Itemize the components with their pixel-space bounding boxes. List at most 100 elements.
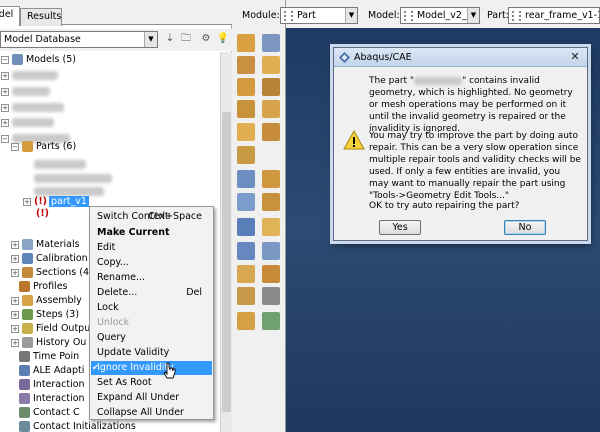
model-select[interactable]: Model_v2_2 ▼ bbox=[400, 7, 480, 24]
menu-item-rename[interactable]: Rename... bbox=[91, 271, 212, 285]
menu-item-collapse-all-under[interactable]: Collapse All Under bbox=[91, 406, 212, 420]
close-icon[interactable]: ✕ bbox=[567, 50, 583, 64]
datum-axis-icon[interactable] bbox=[262, 170, 280, 188]
chevron-down-icon[interactable]: ▼ bbox=[467, 8, 479, 23]
tree-node-time-points[interactable]: Time Poin bbox=[19, 350, 79, 364]
expand-icon[interactable]: + bbox=[1, 71, 9, 80]
tree-node-hidden-model[interactable]: + bbox=[1, 85, 50, 99]
blend-faces-icon[interactable] bbox=[262, 100, 280, 118]
wave-icon[interactable] bbox=[262, 265, 280, 283]
menu-item-delete[interactable]: Delete... Del bbox=[91, 286, 212, 300]
surface-icon[interactable] bbox=[262, 312, 280, 330]
folder-icon[interactable]: 🗀 bbox=[179, 32, 193, 46]
shell-extrude-icon[interactable] bbox=[262, 56, 280, 74]
sketch-icon[interactable] bbox=[237, 146, 255, 164]
tree-node-ale-adaptive[interactable]: ALE Adapti bbox=[19, 364, 84, 378]
yes-button[interactable]: Yes bbox=[379, 220, 421, 235]
collapse-icon[interactable]: − bbox=[1, 134, 9, 143]
tree-node-hidden-model[interactable]: + bbox=[1, 101, 64, 115]
menu-item-make-current[interactable]: Make Current bbox=[91, 226, 212, 240]
menu-item-set-as-root[interactable]: Set As Root bbox=[91, 376, 212, 390]
datum-point-icon[interactable] bbox=[237, 170, 255, 188]
wire-icon[interactable] bbox=[262, 78, 280, 96]
menu-item-update-validity[interactable]: Update Validity bbox=[91, 346, 212, 360]
tab-results[interactable]: Results bbox=[20, 8, 62, 26]
edit-feature-icon[interactable] bbox=[237, 287, 255, 305]
tree-node-field-output[interactable]: + Field Outpu bbox=[11, 322, 90, 336]
tree-node-assembly[interactable]: + Assembly bbox=[11, 294, 82, 308]
tree-node-interactions[interactable]: Interaction bbox=[19, 378, 85, 392]
set-icon[interactable] bbox=[237, 312, 255, 330]
tree-node-contact-initializations[interactable]: Contact Initializations bbox=[19, 420, 136, 432]
tree-node-hidden-model[interactable]: + bbox=[1, 116, 54, 130]
menu-item-lock[interactable]: Lock bbox=[91, 301, 212, 315]
expand-icon[interactable]: + bbox=[1, 118, 9, 127]
tree-node-profiles[interactable]: Profiles bbox=[19, 280, 68, 294]
menu-item-edit[interactable]: Edit bbox=[91, 241, 212, 255]
expand-icon[interactable]: + bbox=[1, 103, 9, 112]
part-select[interactable]: rear_frame_v1-1 bbox=[508, 7, 600, 24]
no-button[interactable]: No bbox=[504, 220, 546, 235]
module-select[interactable]: Part ▼ bbox=[280, 7, 358, 24]
dialog-titlebar[interactable]: Abaqus/CAE ✕ bbox=[334, 48, 587, 67]
menu-item-copy[interactable]: Copy... bbox=[91, 256, 212, 270]
menu-item-expand-all-under[interactable]: Expand All Under bbox=[91, 391, 212, 405]
tree-node-part[interactable] bbox=[34, 172, 112, 186]
expand-icon[interactable]: + bbox=[1, 87, 9, 96]
tree-node-interaction-properties[interactable]: Interaction bbox=[19, 392, 85, 406]
scrollbar-thumb[interactable] bbox=[222, 112, 231, 412]
tree-node-parts[interactable]: − Parts (6) bbox=[11, 140, 76, 154]
expand-icon[interactable]: + bbox=[11, 254, 19, 263]
round-fillet-icon[interactable] bbox=[237, 100, 255, 118]
lightbulb-icon[interactable]: 💡 bbox=[216, 32, 230, 46]
create-part-icon[interactable] bbox=[237, 34, 255, 52]
expand-icon[interactable]: + bbox=[23, 197, 31, 206]
dialog-question: OK to try auto repairing the part? bbox=[369, 201, 520, 211]
collapse-icon[interactable]: − bbox=[1, 55, 9, 64]
mirror-icon[interactable] bbox=[237, 265, 255, 283]
xyz-axis-icon[interactable] bbox=[237, 218, 255, 236]
model-database-select[interactable]: Model Database ▼ bbox=[0, 31, 158, 48]
datum-icon[interactable] bbox=[262, 123, 280, 141]
partition-icon[interactable] bbox=[237, 123, 255, 141]
expand-icon[interactable]: + bbox=[11, 338, 19, 347]
tree-node-hidden-model[interactable]: + bbox=[1, 69, 58, 83]
tree-node-sections[interactable]: + Sections (4 bbox=[11, 266, 89, 280]
collapse-icon[interactable]: − bbox=[11, 142, 19, 151]
reference-point-icon[interactable] bbox=[262, 218, 280, 236]
filter-icon[interactable]: ⇣ bbox=[163, 32, 177, 46]
transform-icon[interactable] bbox=[262, 242, 280, 260]
tree-node-part[interactable]: (!) bbox=[36, 207, 51, 221]
menu-item-ignore-invalidity[interactable]: ✔ Ignore Invalidity bbox=[91, 361, 212, 375]
tree-scrollbar[interactable] bbox=[220, 52, 232, 432]
tree-node-steps[interactable]: + Steps (3) bbox=[11, 308, 79, 322]
expand-icon[interactable]: + bbox=[11, 268, 19, 277]
menu-item-switch-context[interactable]: Switch Context Ctrl+Space bbox=[91, 210, 212, 224]
part-manager-icon[interactable] bbox=[262, 34, 280, 52]
tree-node-part[interactable] bbox=[34, 158, 86, 172]
menu-item-query[interactable]: Query bbox=[91, 331, 212, 345]
tree-node-part-selected[interactable]: + (!) part_v1 bbox=[23, 195, 89, 209]
chevron-down-icon[interactable]: ▼ bbox=[144, 32, 157, 47]
solid-extrude-icon[interactable] bbox=[237, 56, 255, 74]
expand-icon[interactable]: + bbox=[11, 310, 19, 319]
tree-node-history-output[interactable]: + History Ou bbox=[11, 336, 86, 350]
datum-csys-icon[interactable] bbox=[262, 193, 280, 211]
repair-tools-icon[interactable] bbox=[262, 287, 280, 305]
datum-plane-icon[interactable] bbox=[237, 193, 255, 211]
tree-label: Steps (3) bbox=[36, 309, 80, 320]
tree-node-models[interactable]: − Models (5) bbox=[1, 53, 76, 67]
tree-node-calibrations[interactable]: + Calibration bbox=[11, 252, 88, 266]
csys-icon[interactable] bbox=[237, 242, 255, 260]
expand-icon[interactable]: + bbox=[11, 240, 19, 249]
expand-icon[interactable]: + bbox=[11, 296, 19, 305]
expand-icon[interactable]: + bbox=[11, 324, 19, 333]
cut-extrude-icon[interactable] bbox=[237, 78, 255, 96]
time-points-icon bbox=[19, 351, 30, 362]
tree-options-icon[interactable]: ⚙ bbox=[199, 32, 213, 46]
tree-node-contact-controls[interactable]: Contact C bbox=[19, 406, 80, 420]
contact-init-icon bbox=[19, 421, 30, 432]
chevron-down-icon[interactable]: ▼ bbox=[345, 8, 357, 23]
tree-node-materials[interactable]: + Materials bbox=[11, 238, 80, 252]
tab-model[interactable]: odel bbox=[0, 6, 20, 26]
